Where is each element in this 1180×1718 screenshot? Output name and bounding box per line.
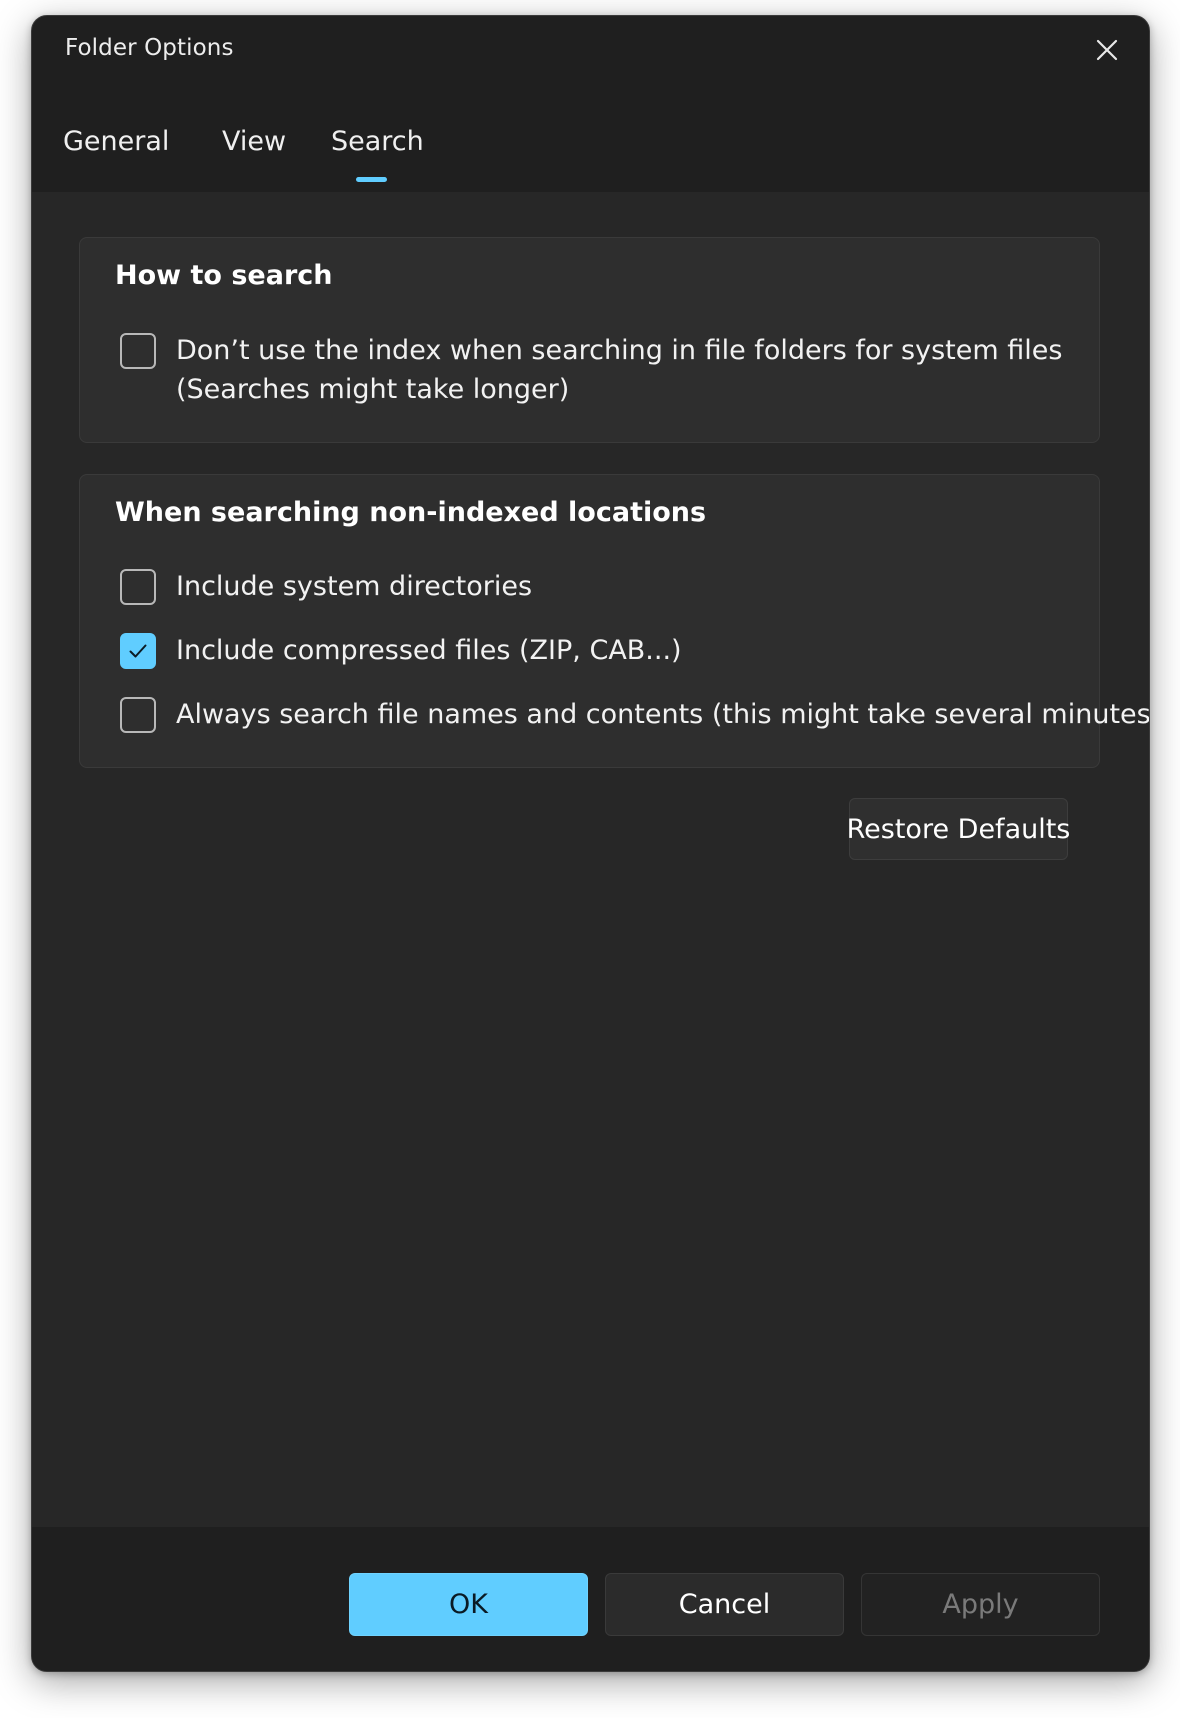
checkbox-dont-use-index[interactable] <box>120 333 156 369</box>
apply-button[interactable]: Apply <box>861 1573 1100 1636</box>
tab-view[interactable]: View <box>222 126 286 157</box>
option-include-compressed-files[interactable]: Include compressed files (ZIP, CAB...) <box>120 631 1079 671</box>
checkbox-include-compressed-files[interactable] <box>120 633 156 669</box>
restore-defaults-button[interactable]: Restore Defaults <box>847 798 1070 860</box>
non-indexed-group: When searching non-indexed locations Inc… <box>79 474 1149 768</box>
option-label: Include compressed files (ZIP, CAB...) <box>176 635 682 666</box>
checkmark-icon <box>129 644 147 658</box>
group-title: How to search <box>115 260 333 291</box>
how-to-search-group: How to search Don’t use the index when s… <box>79 237 1100 443</box>
tab-search[interactable]: Search <box>331 126 424 157</box>
option-label-line1: Don’t use the index when searching in fi… <box>176 335 1063 366</box>
checkbox-always-search-contents[interactable] <box>120 697 156 733</box>
dialog-footer: OK Cancel Apply <box>32 1527 1149 1671</box>
tab-bar: General View Search <box>32 112 1149 192</box>
option-dont-use-index[interactable]: Don’t use the index when searching in fi… <box>120 331 1079 411</box>
title-bar: Folder Options <box>32 16 1149 82</box>
ok-button[interactable]: OK <box>349 1573 588 1636</box>
group-title: When searching non-indexed locations <box>115 497 707 528</box>
cancel-button[interactable]: Cancel <box>605 1573 844 1636</box>
tab-general[interactable]: General <box>63 126 169 157</box>
option-label-line2: (Searches might take longer) <box>176 374 570 405</box>
checkbox-include-system-directories[interactable] <box>120 569 156 605</box>
folder-options-dialog: Folder Options General View Search How t… <box>31 15 1150 1672</box>
close-icon <box>1096 39 1118 61</box>
option-include-system-directories[interactable]: Include system directories <box>120 567 1079 607</box>
window-title: Folder Options <box>65 35 234 61</box>
option-always-search-contents[interactable]: Always search file names and contents (t… <box>120 695 1149 735</box>
close-button[interactable] <box>1083 28 1131 72</box>
active-tab-indicator <box>356 177 387 182</box>
tab-content: How to search Don’t use the index when s… <box>32 192 1149 1527</box>
option-label: Include system directories <box>176 571 533 602</box>
option-label: Always search file names and contents (t… <box>176 699 1150 730</box>
